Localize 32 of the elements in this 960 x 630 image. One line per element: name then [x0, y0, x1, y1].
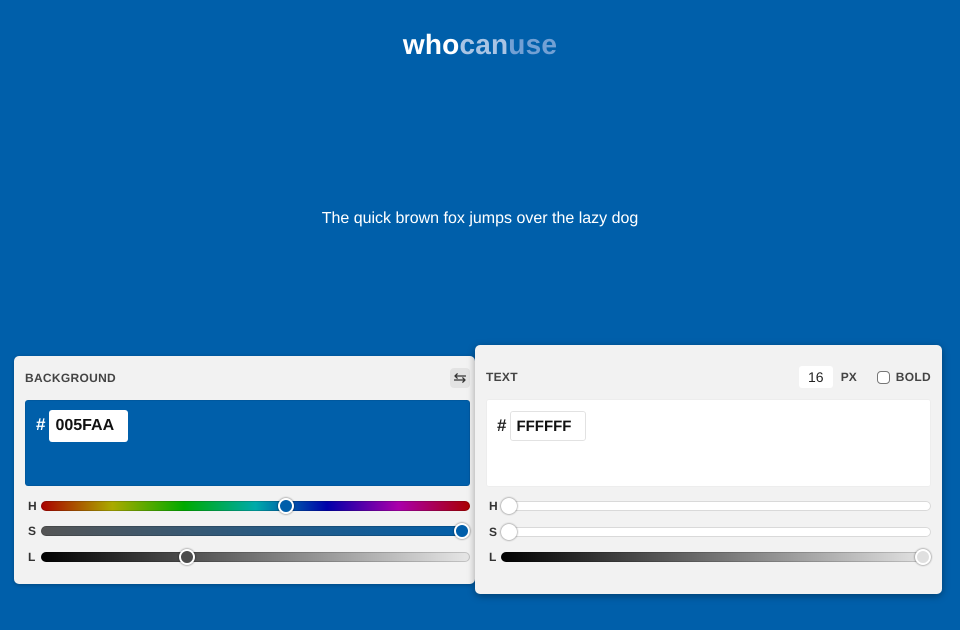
- swap-icon: [454, 372, 466, 382]
- hash-label: #: [497, 415, 506, 437]
- slider-thumb[interactable]: [278, 498, 294, 514]
- sample-text: The quick brown fox jumps over the lazy dog: [320, 209, 640, 229]
- bold-label[interactable]: BOLD: [896, 368, 931, 386]
- saturation-slider[interactable]: [41, 523, 470, 539]
- slider-thumb[interactable]: [501, 498, 517, 514]
- hex-field[interactable]: 005FAA: [49, 410, 128, 442]
- panel-title: BACKGROUND: [25, 370, 116, 384]
- slider-thumb[interactable]: [915, 549, 931, 565]
- unit-label: PX: [840, 369, 857, 386]
- slider-label: S: [27, 523, 38, 539]
- hex-field[interactable]: FFFFFF: [510, 411, 586, 441]
- slider-label: L: [27, 548, 36, 564]
- hash-label: #: [36, 414, 46, 436]
- slider-label: S: [488, 524, 498, 540]
- hue-slider[interactable]: [501, 498, 931, 514]
- saturation-slider[interactable]: [501, 524, 931, 540]
- slider-thumb[interactable]: [454, 523, 470, 539]
- hue-slider[interactable]: [41, 498, 470, 514]
- logo[interactable]: whocanuse: [402, 29, 558, 61]
- lightness-slider[interactable]: [41, 548, 470, 564]
- font-size-field[interactable]: 16: [798, 366, 833, 388]
- bold-checkbox[interactable]: [876, 370, 890, 384]
- swap-button[interactable]: [450, 368, 470, 388]
- panel-title: TEXT: [486, 370, 518, 384]
- slider-thumb[interactable]: [178, 548, 195, 564]
- slider-label: H: [27, 498, 38, 514]
- slider-label: H: [488, 498, 499, 514]
- slider-label: L: [488, 549, 498, 565]
- lightness-slider[interactable]: [501, 549, 931, 565]
- slider-thumb[interactable]: [501, 524, 517, 540]
